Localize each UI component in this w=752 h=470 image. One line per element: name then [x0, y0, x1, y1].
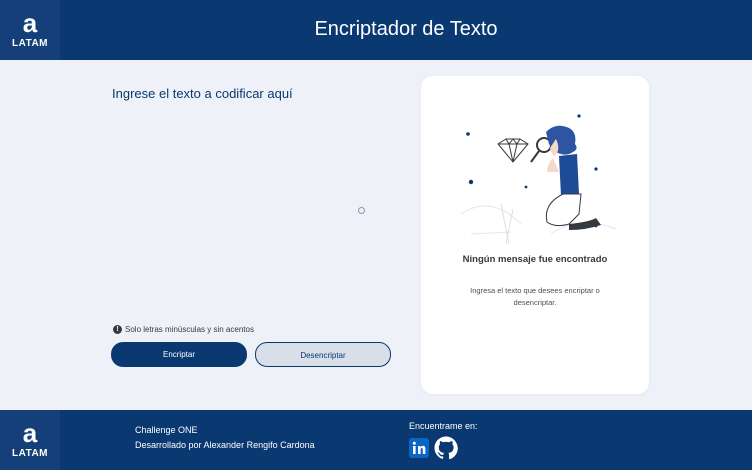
- footer-logo-mark: a: [22, 418, 38, 448]
- search-illustration: [460, 114, 617, 245]
- resize-handle[interactable]: [358, 207, 365, 214]
- text-input[interactable]: [108, 110, 402, 324]
- decrypt-button[interactable]: Desencriptar: [255, 342, 391, 367]
- no-message-description: Ingresa el texto que desees encriptar o …: [470, 286, 600, 307]
- input-label: Ingrese el texto a codificar aquí: [112, 86, 293, 101]
- footer-author: Desarrollado por Alexander Rengifo Cardo…: [135, 440, 315, 450]
- footer-logo[interactable]: a LATAM: [0, 410, 60, 470]
- page-title: Encriptador de Texto: [314, 18, 498, 40]
- linkedin-icon[interactable]: [409, 438, 429, 458]
- output-panel: Ningún mensaje fue encontrado Ingresa el…: [421, 76, 649, 394]
- footer: a LATAM Challenge ONE Desarrollado por A…: [0, 410, 752, 470]
- alura-latam-logo[interactable]: a LATAM: [0, 0, 60, 60]
- hint-text: Solo letras minúsculas y sin acentos: [125, 325, 254, 334]
- no-message-title: Ningún mensaje fue encontrado: [462, 254, 608, 265]
- input-hint: ! Solo letras minúsculas y sin acentos: [113, 325, 254, 334]
- github-icon[interactable]: [434, 436, 458, 460]
- encrypt-button[interactable]: Encriptar: [111, 342, 247, 367]
- footer-find-me: Encuentrame en:: [409, 421, 478, 431]
- header: a LATAM Encriptador de Texto: [0, 0, 752, 60]
- info-icon: !: [113, 325, 122, 334]
- logo-text: LATAM: [11, 38, 48, 49]
- footer-logo-text: LATAM: [11, 448, 48, 459]
- logo-mark: a: [22, 8, 38, 38]
- footer-challenge: Challenge ONE: [135, 425, 198, 435]
- main-content: Ingrese el texto a codificar aquí ! Solo…: [0, 60, 752, 410]
